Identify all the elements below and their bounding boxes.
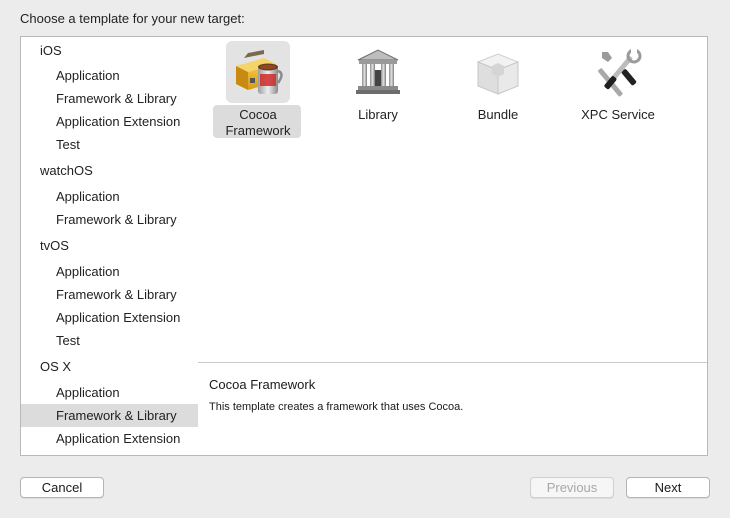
template-bundle[interactable]: Bundle bbox=[438, 37, 558, 147]
detail-title: Cocoa Framework bbox=[209, 377, 316, 392]
next-button[interactable]: Next bbox=[626, 477, 710, 498]
sidebar-item-watchos-framework-library[interactable]: Framework & Library bbox=[21, 208, 198, 231]
sidebar-item-ios-test[interactable]: Test bbox=[21, 133, 198, 156]
sidebar-item-ios-framework-library[interactable]: Framework & Library bbox=[21, 87, 198, 110]
sidebar-item-ios-application[interactable]: Application bbox=[21, 64, 198, 87]
library-building-icon bbox=[356, 49, 400, 94]
template-label: Framework bbox=[225, 123, 291, 138]
template-label: XPC Service bbox=[581, 107, 655, 122]
cancel-button[interactable]: Cancel bbox=[20, 477, 104, 498]
previous-button[interactable]: Previous bbox=[530, 477, 614, 498]
toolbox-icon bbox=[236, 50, 283, 94]
sidebar-section-watchos: watchOS bbox=[40, 163, 93, 178]
sidebar-item-tvos-application-extension[interactable]: Application Extension bbox=[21, 306, 198, 329]
sidebar-section-osx: OS X bbox=[40, 359, 72, 374]
bundle-box-icon bbox=[476, 53, 520, 95]
sidebar-item-watchos-application[interactable]: Application bbox=[21, 185, 198, 208]
template-label: Cocoa bbox=[239, 107, 277, 122]
template-label: Bundle bbox=[477, 107, 519, 122]
sidebar-item-ios-application-extension[interactable]: Application Extension bbox=[21, 110, 198, 133]
sidebar-section-tvos: tvOS bbox=[40, 238, 69, 253]
tools-icon bbox=[598, 48, 642, 97]
template-library[interactable]: Library bbox=[318, 37, 438, 147]
template-xpc-service[interactable]: XPC Service bbox=[558, 37, 678, 147]
sidebar-item-osx-application-extension[interactable]: Application Extension bbox=[21, 427, 198, 450]
template-grid: Cocoa Framework Library Bundle XPC Servi… bbox=[198, 37, 707, 363]
sidebar-item-osx-framework-library[interactable]: Framework & Library bbox=[21, 404, 198, 427]
platform-sidebar: iOS Application Framework & Library Appl… bbox=[21, 37, 199, 455]
sidebar-item-tvos-framework-library[interactable]: Framework & Library bbox=[21, 283, 198, 306]
detail-description: This template creates a framework that u… bbox=[209, 401, 464, 413]
template-cocoa-framework[interactable]: Cocoa Framework bbox=[198, 37, 318, 147]
template-detail-pane: Cocoa Framework This template creates a … bbox=[198, 363, 707, 455]
template-label: Library bbox=[358, 107, 398, 122]
prompt-label: Choose a template for your new target: bbox=[20, 11, 245, 26]
sidebar-item-osx-application[interactable]: Application bbox=[21, 381, 198, 404]
sidebar-section-ios: iOS bbox=[40, 43, 62, 58]
template-chooser: iOS Application Framework & Library Appl… bbox=[20, 36, 708, 456]
sidebar-item-tvos-test[interactable]: Test bbox=[21, 329, 198, 352]
sidebar-item-tvos-application[interactable]: Application bbox=[21, 260, 198, 283]
